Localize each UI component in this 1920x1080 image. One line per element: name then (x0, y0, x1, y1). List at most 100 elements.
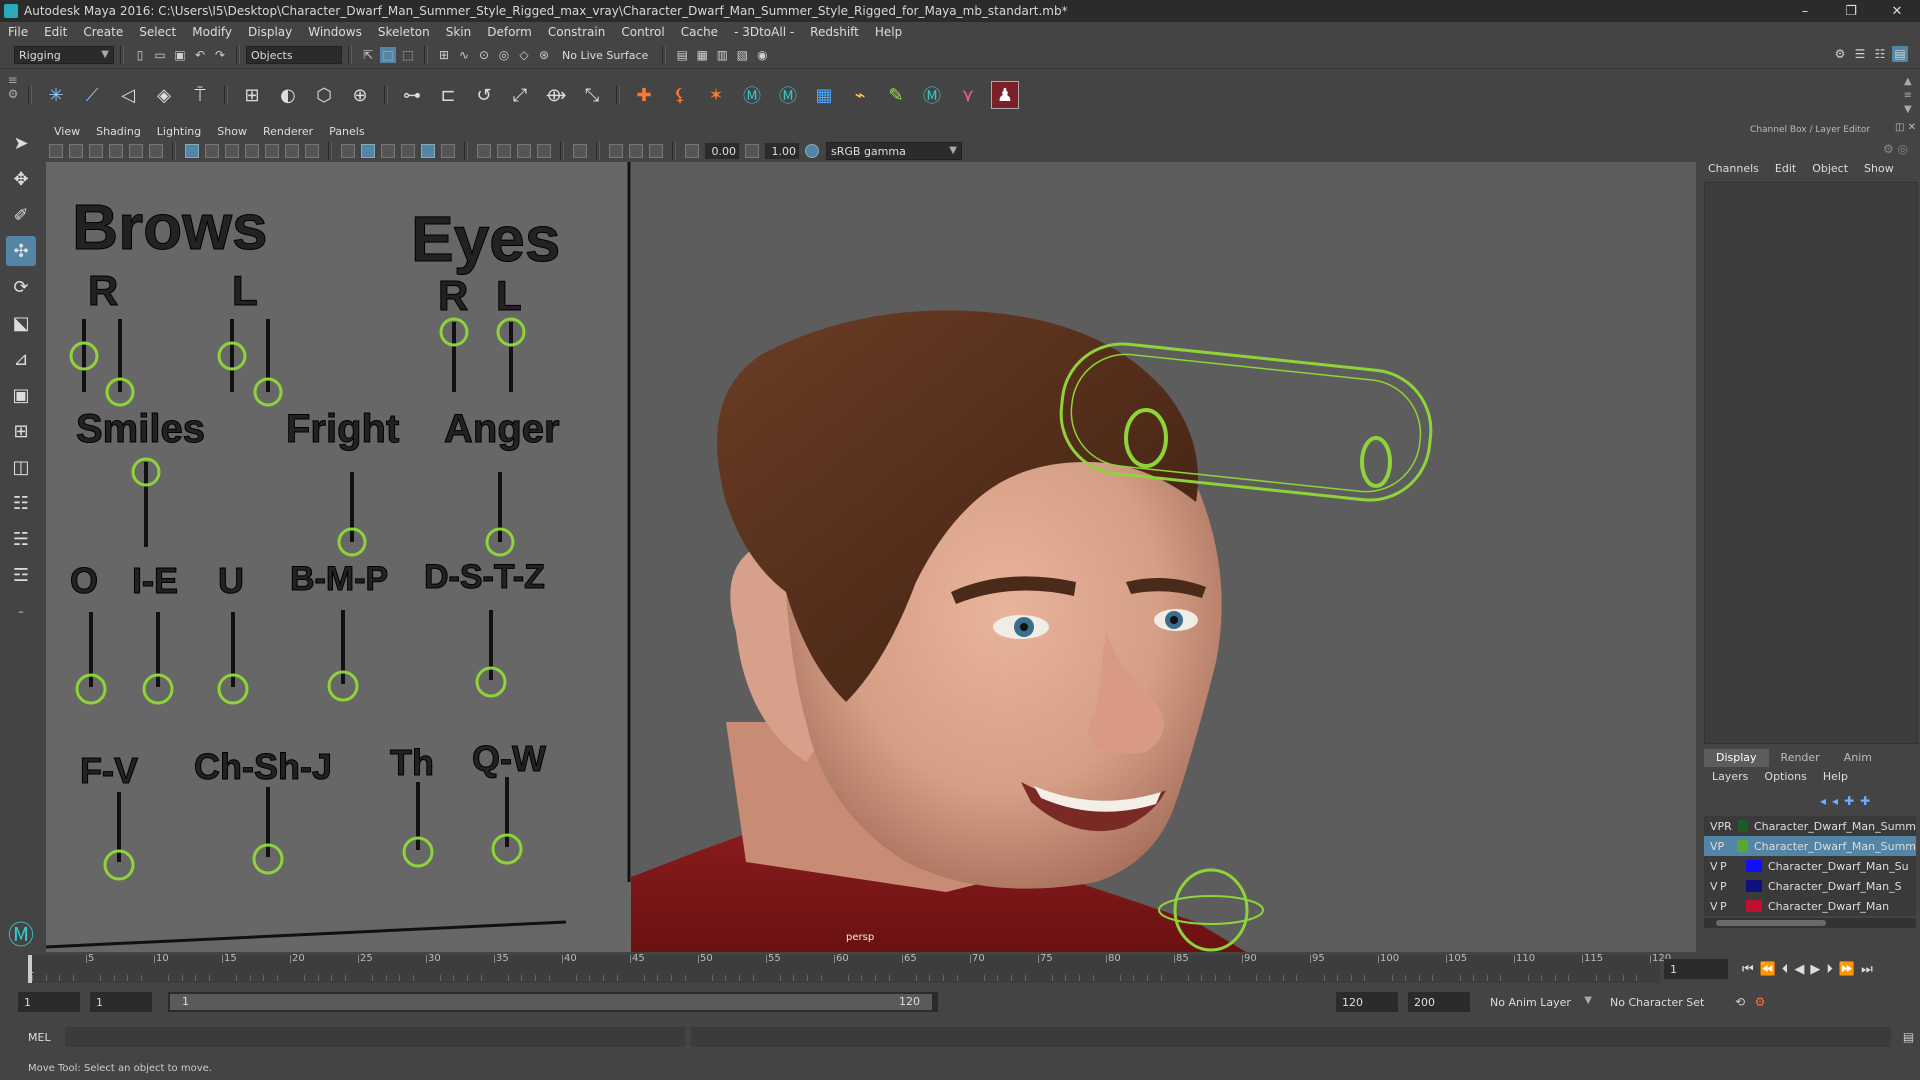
new-scene-icon[interactable]: ▯ (132, 47, 148, 63)
select-hierarchy-icon[interactable]: ⇱ (360, 47, 376, 63)
field-chart-icon[interactable] (265, 144, 279, 158)
visibility-toggle[interactable]: V (1710, 900, 1720, 913)
step-back-key-icon[interactable]: ⏪ (1760, 962, 1776, 977)
snap-surface-icon[interactable]: ◇ (516, 47, 532, 63)
channel-box-icon[interactable]: ▤ (1892, 46, 1908, 62)
view-transform-dropdown[interactable]: sRGB gamma ▼ (826, 142, 962, 160)
image-plane-icon[interactable] (109, 144, 123, 158)
last-tool-icon[interactable]: ⊿ (6, 344, 36, 374)
menu-file[interactable]: File (0, 25, 36, 39)
time-slider[interactable]: 1 51015202530354045505560657075808590951… (28, 953, 1671, 983)
wireframe-icon[interactable] (341, 144, 355, 158)
menu-help[interactable]: Help (867, 25, 910, 39)
film-gate-icon[interactable] (205, 144, 219, 158)
shelf-options-icon[interactable]: ≡ ⚙ (4, 73, 22, 117)
ik-spline-icon[interactable]: ◁ (115, 82, 141, 108)
object-menu[interactable]: Object (1804, 162, 1856, 180)
four-view-icon[interactable]: ⊞ (6, 416, 36, 446)
scale-constraint-icon[interactable]: ⤢ (507, 82, 533, 108)
anim-layer-dropdown[interactable]: No Anim Layer ▼ (1486, 993, 1596, 1011)
ik-handle-icon[interactable]: ⟋ (79, 82, 105, 108)
locator-icon[interactable]: ✚ (631, 82, 657, 108)
layer-list-scrollbar[interactable] (1704, 918, 1916, 928)
mocap-icon[interactable]: Ⓜ (919, 82, 945, 108)
step-forward-frame-icon[interactable]: ⏵ (1826, 962, 1833, 977)
bone-tool-icon[interactable]: ✶ (703, 82, 729, 108)
bookmark-icon[interactable] (89, 144, 103, 158)
new-layer-from-selected-icon[interactable]: ✚ (1860, 794, 1870, 808)
gamma-field[interactable]: 1.00 (765, 143, 799, 159)
gate-mask-icon[interactable] (245, 144, 259, 158)
visibility-toggle[interactable]: V (1710, 860, 1720, 873)
set-driven-key-icon[interactable]: ⌁ (847, 82, 873, 108)
menuset-dropdown[interactable]: Rigging ▼ (14, 46, 114, 64)
lattice-icon[interactable]: ⬡ (311, 82, 337, 108)
layout-options-icon[interactable]: – (6, 596, 36, 626)
menu-display[interactable]: Display (240, 25, 300, 39)
menu-3dtoall[interactable]: - 3DtoAll - (726, 25, 802, 39)
viewport-menu-renderer[interactable]: Renderer (255, 125, 321, 138)
cluster-icon[interactable]: ⊕ (347, 82, 373, 108)
resolution-gate-icon[interactable] (225, 144, 239, 158)
playback-start-field[interactable]: 1 (90, 992, 152, 1012)
channels-menu[interactable]: Channels (1700, 162, 1767, 180)
minimize-button[interactable]: – (1782, 0, 1828, 22)
layer-color-swatch[interactable] (1737, 820, 1748, 832)
layer-color-swatch[interactable] (1737, 840, 1748, 852)
viewport-menu-lighting[interactable]: Lighting (149, 125, 209, 138)
playback-toggle[interactable]: P (1720, 880, 1730, 893)
menu-windows[interactable]: Windows (300, 25, 370, 39)
menu-create[interactable]: Create (75, 25, 131, 39)
snap-grid-icon[interactable]: ⊞ (436, 47, 452, 63)
undo-icon[interactable]: ↶ (192, 47, 208, 63)
close-button[interactable]: ✕ (1874, 0, 1920, 22)
single-view-icon[interactable]: ▣ (6, 380, 36, 410)
pole-vector-icon[interactable]: ⤡ (579, 82, 605, 108)
panel-close-icon[interactable]: ◫ ✕ (1895, 122, 1916, 133)
scale-tool-icon[interactable]: ⬕ (6, 308, 36, 338)
viewport-menu-panels[interactable]: Panels (321, 125, 372, 138)
playback-toggle[interactable]: P (1720, 860, 1730, 873)
side-by-side-icon[interactable]: ◫ (6, 452, 36, 482)
menu-redshift[interactable]: Redshift (802, 25, 867, 39)
advanced-skeleton-icon[interactable]: ⚸ (667, 82, 693, 108)
playback-toggle[interactable]: P (1718, 820, 1725, 833)
tab-display[interactable]: Display (1704, 749, 1769, 767)
go-to-start-icon[interactable]: ⏮ (1742, 962, 1754, 977)
play-backwards-icon[interactable]: ◀ (1794, 962, 1804, 977)
menu-control[interactable]: Control (613, 25, 672, 39)
anti-aliasing-icon[interactable] (537, 144, 551, 158)
character-set-dropdown[interactable]: No Character Set (1606, 993, 1726, 1011)
joint-tool-icon[interactable]: ✳ (43, 82, 69, 108)
snap-view-icon[interactable]: ◎ (496, 47, 512, 63)
safe-action-icon[interactable] (285, 144, 299, 158)
2d-pan-icon[interactable] (129, 144, 143, 158)
menu-edit[interactable]: Edit (36, 25, 75, 39)
mel-input[interactable] (64, 1027, 685, 1047)
layer-row[interactable]: V P Character_Dwarf_Man_Summ (1704, 836, 1916, 856)
xray-joints-icon[interactable] (629, 144, 643, 158)
color-management-icon[interactable] (805, 144, 819, 158)
snap-curve-icon[interactable]: ∿ (456, 47, 472, 63)
select-tool-icon[interactable]: ➤ (6, 128, 36, 158)
current-frame-field[interactable]: 1 (1664, 959, 1728, 979)
options-menu[interactable]: Options (1756, 770, 1814, 788)
auto-key-icon[interactable]: ⟲ (1732, 994, 1748, 1010)
perspective-viewport[interactable]: Brows Eyes R L R L Smiles Fright Anger O… (46, 162, 1696, 952)
attribute-editor-icon[interactable]: ☰ (1852, 46, 1868, 62)
isolate-select-icon[interactable] (573, 144, 587, 158)
selection-mode-dropdown[interactable]: Objects (246, 46, 342, 64)
default-material-icon[interactable] (381, 144, 395, 158)
render-frame-icon[interactable]: ▦ (694, 47, 710, 63)
safe-title-icon[interactable] (305, 144, 319, 158)
hypershade-icon[interactable]: ◉ (754, 47, 770, 63)
lasso-tool-icon[interactable]: ✥ (6, 164, 36, 194)
paint-select-icon[interactable]: ✐ (6, 200, 36, 230)
show-menu[interactable]: Show (1856, 162, 1902, 180)
hypershade-layout-icon[interactable]: ☲ (6, 560, 36, 590)
layer-row[interactable]: V P R Character_Dwarf_Man_Summ (1704, 816, 1916, 836)
layer-row[interactable]: V P Character_Dwarf_Man (1704, 896, 1916, 916)
go-to-end-icon[interactable]: ⏭ (1861, 962, 1873, 977)
visibility-toggle[interactable]: V (1710, 880, 1720, 893)
animation-prefs-icon[interactable]: ⚙ (1752, 994, 1768, 1010)
